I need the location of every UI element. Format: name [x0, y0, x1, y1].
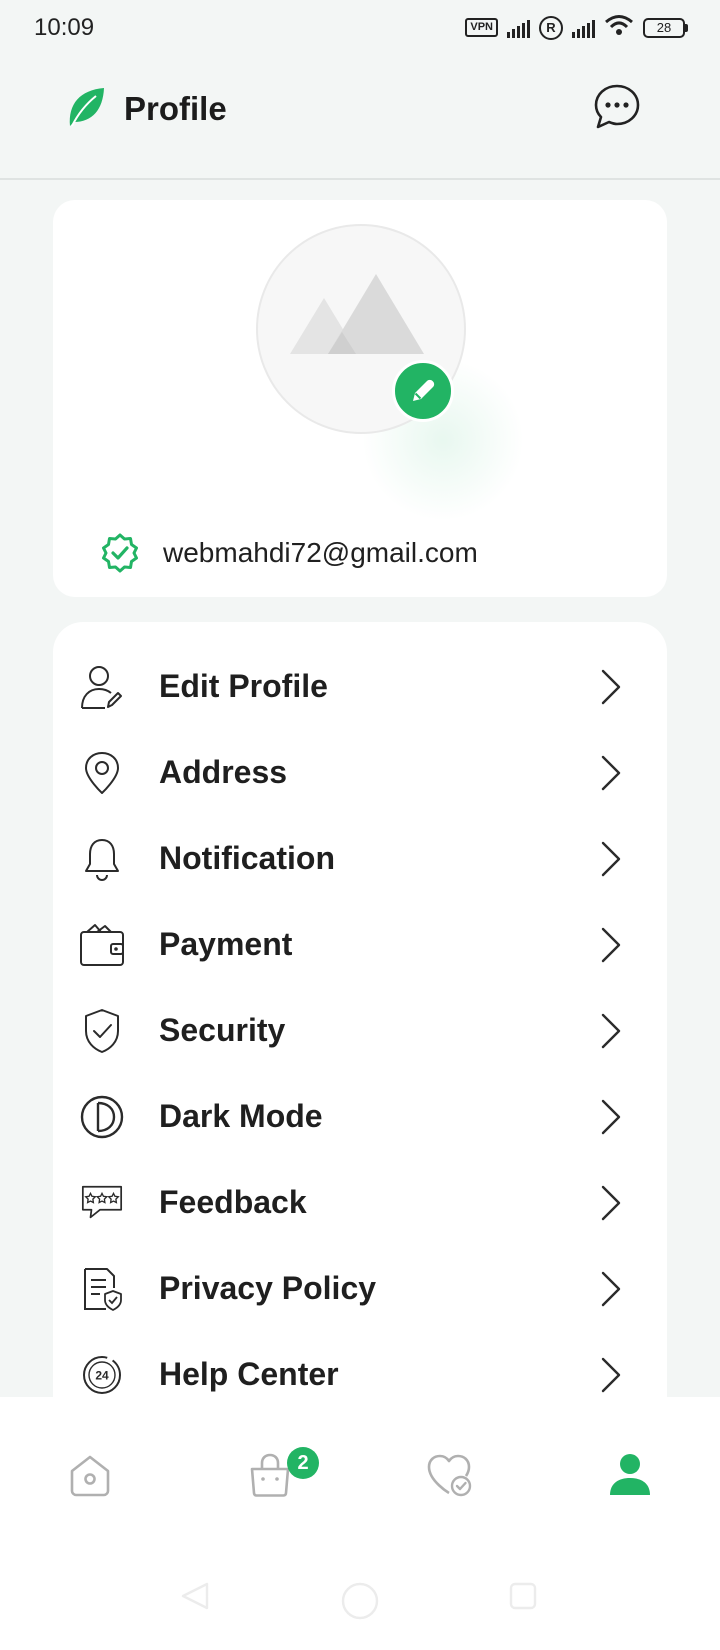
- signal-icon: [572, 18, 595, 38]
- settings-menu: Edit Profile Address Notification Paymen…: [53, 622, 667, 1402]
- page-title: Profile: [124, 90, 227, 127]
- status-time: 10:09: [34, 14, 95, 41]
- tab-profile[interactable]: [604, 1449, 656, 1501]
- signal-icon: [507, 18, 530, 38]
- menu-item-label: Payment: [159, 926, 293, 962]
- status-icons: VPN R 28: [465, 14, 688, 41]
- menu-item-label: Security: [159, 1012, 286, 1048]
- recents-icon[interactable]: [508, 1581, 538, 1616]
- chevron-right-icon: [599, 1098, 623, 1136]
- vpn-icon: VPN: [465, 18, 498, 37]
- menu-item-label: Notification: [159, 840, 335, 876]
- contrast-icon: [79, 1094, 125, 1140]
- chevron-right-icon: [599, 1184, 623, 1222]
- menu-item-label: Feedback: [159, 1184, 307, 1220]
- verified-badge-icon: [102, 533, 138, 573]
- menu-item-edit-profile[interactable]: Edit Profile: [53, 644, 667, 730]
- tab-wishlist[interactable]: [424, 1449, 476, 1501]
- leaf-icon: [66, 86, 106, 135]
- profile-card: webmahdi72@gmail.com: [53, 200, 667, 597]
- menu-item-notification[interactable]: Notification: [53, 816, 667, 902]
- chevron-right-icon: [599, 1356, 623, 1394]
- shield-check-icon: [79, 1008, 125, 1054]
- back-icon[interactable]: [180, 1581, 210, 1616]
- app-header: Profile: [0, 56, 720, 180]
- menu-item-label: Help Center: [159, 1356, 339, 1392]
- bottom-nav: 2: [0, 1397, 720, 1557]
- menu-item-dark-mode[interactable]: Dark Mode: [53, 1074, 667, 1160]
- menu-item-help-center[interactable]: 24 Help Center: [53, 1332, 667, 1402]
- menu-item-feedback[interactable]: Feedback: [53, 1160, 667, 1246]
- user-icon: [610, 1454, 650, 1495]
- battery-icon: 28: [643, 17, 688, 38]
- email-row: webmahdi72@gmail.com: [99, 532, 478, 574]
- chevron-right-icon: [599, 754, 623, 792]
- bell-icon: [79, 836, 125, 882]
- chevron-right-icon: [599, 1270, 623, 1308]
- cart-count-badge: 2: [287, 1447, 319, 1479]
- menu-item-label: Address: [159, 754, 288, 790]
- chevron-right-icon: [599, 1012, 623, 1050]
- user-edit-icon: [79, 664, 125, 710]
- roaming-icon: R: [539, 15, 563, 40]
- status-bar: 10:09 VPN R 28: [0, 0, 720, 56]
- system-nav-bar: [0, 1557, 720, 1650]
- menu-item-privacy-policy[interactable]: Privacy Policy: [53, 1246, 667, 1332]
- chat-button[interactable]: [592, 82, 642, 132]
- tab-home[interactable]: [64, 1449, 116, 1501]
- menu-item-security[interactable]: Security: [53, 988, 667, 1074]
- pencil-icon: [413, 379, 435, 401]
- edit-avatar-button[interactable]: [392, 360, 454, 422]
- clock-24-icon: 24: [79, 1352, 125, 1398]
- menu-item-label: Edit Profile: [159, 668, 328, 704]
- menu-item-label: Dark Mode: [159, 1098, 323, 1134]
- location-pin-icon: [79, 750, 125, 796]
- chat-bubble-dots-icon: [594, 84, 640, 129]
- feedback-stars-icon: [79, 1180, 125, 1226]
- home-icon: [70, 1455, 110, 1497]
- home-circle-icon[interactable]: [340, 1581, 380, 1626]
- wifi-icon: [604, 14, 634, 41]
- menu-item-address[interactable]: Address: [53, 730, 667, 816]
- email-text: webmahdi72@gmail.com: [163, 537, 478, 568]
- wallet-icon: [79, 922, 125, 968]
- document-check-icon: [79, 1266, 125, 1312]
- chevron-right-icon: [599, 926, 623, 964]
- heart-check-icon: [427, 1454, 472, 1497]
- chevron-right-icon: [599, 840, 623, 878]
- chevron-right-icon: [599, 668, 623, 706]
- svg-text:24: 24: [95, 1369, 109, 1383]
- menu-item-payment[interactable]: Payment: [53, 902, 667, 988]
- menu-item-label: Privacy Policy: [159, 1270, 377, 1306]
